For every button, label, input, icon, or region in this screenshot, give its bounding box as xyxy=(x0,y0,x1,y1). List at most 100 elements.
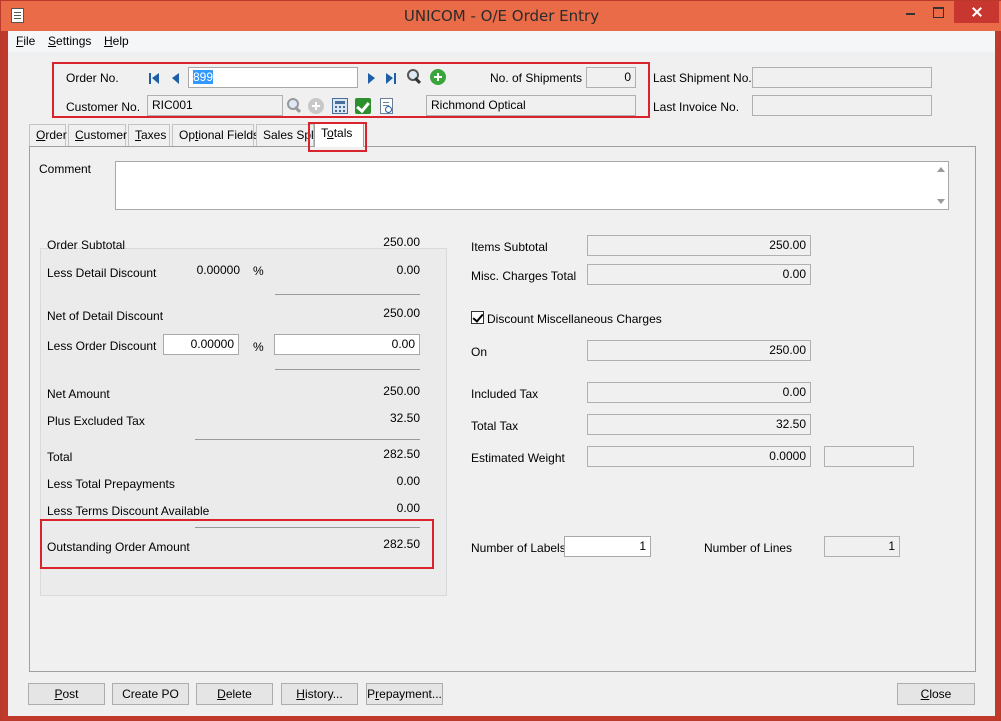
less-prepayments-value: 0.00 xyxy=(396,474,420,488)
prepayment-button[interactable]: Prepayment... xyxy=(366,683,443,705)
order-finder-icon[interactable] xyxy=(406,68,422,84)
divider-line xyxy=(195,439,420,440)
plus-excluded-tax-label: Plus Excluded Tax xyxy=(47,414,145,428)
order-discount-amount-input[interactable]: 0.00 xyxy=(274,334,420,355)
est-weight-label: Estimated Weight xyxy=(471,451,565,465)
last-invoice-label: Last Invoice No. xyxy=(653,100,740,114)
order-discount-pct-symbol: % xyxy=(253,340,264,354)
app-window: UNICOM - O/E Order Entry File Settings H… xyxy=(0,0,1001,721)
menu-file-label: ile xyxy=(23,34,36,48)
tab-customer-hotkey: C xyxy=(75,128,84,142)
minimize-button[interactable] xyxy=(896,1,924,23)
tab-customer[interactable]: Customer xyxy=(68,124,128,146)
tab-sales-split[interactable]: Sales Spli xyxy=(256,124,314,146)
previous-record-icon[interactable] xyxy=(168,70,184,86)
order-no-label: Order No. xyxy=(66,71,119,85)
num-labels-input[interactable]: 1 xyxy=(564,536,651,557)
tab-order-hotkey: O xyxy=(36,128,46,142)
prepayment-button-label: epayment... xyxy=(379,687,442,701)
tab-order[interactable]: Order xyxy=(29,124,67,146)
tab-totals-hotkey: o xyxy=(327,126,334,140)
first-record-icon[interactable] xyxy=(147,70,163,86)
num-labels-label: Number of Labels xyxy=(471,541,566,555)
comment-textarea[interactable] xyxy=(115,161,949,210)
new-customer-icon[interactable] xyxy=(308,98,324,114)
last-shipment-field xyxy=(752,67,932,88)
divider-line xyxy=(195,527,420,528)
num-lines-label: Number of Lines xyxy=(704,541,793,555)
tab-totals[interactable]: Totals xyxy=(314,122,364,147)
on-label: On xyxy=(471,345,488,359)
detail-discount-pct-value: 0.00000 xyxy=(196,263,240,277)
delete-button[interactable]: Delete xyxy=(196,683,273,705)
est-weight-field: 0.0000 xyxy=(587,446,811,467)
window-close-button[interactable] xyxy=(954,1,999,23)
menu-help-label: elp xyxy=(112,34,129,48)
tab-taxes[interactable]: Taxes xyxy=(128,124,170,146)
comment-scrollbar[interactable] xyxy=(933,162,949,209)
comment-label: Comment xyxy=(39,162,92,176)
next-record-icon[interactable] xyxy=(363,70,379,86)
total-value: 282.50 xyxy=(383,447,420,461)
delete-button-label: elete xyxy=(225,687,252,701)
customer-name-field: Richmond Optical xyxy=(426,95,636,116)
less-prepayments-label: Less Total Prepayments xyxy=(47,477,175,491)
net-detail-discount-label: Net of Detail Discount xyxy=(47,309,164,323)
net-amount-label: Net Amount xyxy=(47,387,110,401)
order-subtotal-value: 250.00 xyxy=(383,235,420,249)
discount-misc-checkbox[interactable] xyxy=(471,311,484,324)
new-order-icon[interactable] xyxy=(430,69,446,85)
post-button[interactable]: Post xyxy=(28,683,105,705)
detail-discount-pct-symbol: % xyxy=(253,264,264,278)
last-record-icon[interactable] xyxy=(383,70,399,86)
discount-misc-label: Discount Miscellaneous Charges xyxy=(487,312,662,326)
menu-help[interactable]: Help xyxy=(104,34,129,48)
total-tax-field: 32.50 xyxy=(587,414,811,435)
delete-button-hotkey: D xyxy=(217,687,226,701)
less-order-discount-label: Less Order Discount xyxy=(47,339,157,353)
menu-file[interactable]: File xyxy=(16,34,35,48)
prepayment-button-prefix: P xyxy=(367,687,376,701)
misc-charges-field: 0.00 xyxy=(587,264,811,285)
menu-bar: File Settings Help xyxy=(8,31,995,52)
customer-no-field[interactable]: RIC001 xyxy=(147,95,283,116)
check-credit-icon[interactable] xyxy=(355,98,371,114)
total-tax-label: Total Tax xyxy=(471,419,519,433)
order-no-value: 899 xyxy=(193,70,214,84)
history-button[interactable]: History... xyxy=(281,683,358,705)
included-tax-label: Included Tax xyxy=(471,387,539,401)
net-amount-value: 250.00 xyxy=(383,384,420,398)
misc-charges-label: Misc. Charges Total xyxy=(471,269,577,283)
client-area: File Settings Help Order No. 899 No. of … xyxy=(8,31,995,716)
customer-no-label: Customer No. xyxy=(66,100,141,114)
menu-settings[interactable]: Settings xyxy=(48,34,91,48)
customer-inquiry-icon[interactable] xyxy=(380,98,393,114)
divider-line xyxy=(275,294,420,295)
order-discount-pct-input[interactable]: 0.00000 xyxy=(163,334,239,355)
items-subtotal-field: 250.00 xyxy=(587,235,811,256)
shipments-field: 0 xyxy=(586,67,636,88)
net-detail-discount-value: 250.00 xyxy=(383,306,420,320)
outstanding-amount-value: 282.50 xyxy=(383,537,420,551)
create-po-button-label: Create PO xyxy=(122,687,179,701)
calculator-icon[interactable] xyxy=(332,98,348,114)
order-no-input[interactable]: 899 xyxy=(188,67,358,88)
tab-sales-split-prefix: Sales Spli xyxy=(263,128,314,142)
order-subtotal-label: Order Subtotal xyxy=(47,238,126,252)
weight-unit-field xyxy=(824,446,914,467)
divider-line xyxy=(275,369,420,370)
menu-settings-hotkey: S xyxy=(48,34,57,48)
history-button-hotkey: H xyxy=(296,687,305,701)
shipments-label: No. of Shipments xyxy=(490,71,583,85)
post-button-label: ost xyxy=(62,687,79,701)
plus-excluded-tax-value: 32.50 xyxy=(389,411,420,425)
menu-help-hotkey: H xyxy=(104,34,113,48)
tab-optional-fields[interactable]: Optional Fields xyxy=(172,124,259,146)
create-po-button[interactable]: Create PO xyxy=(112,683,189,705)
less-terms-discount-value: 0.00 xyxy=(396,501,420,515)
tab-customer-label: ustomer xyxy=(83,128,128,142)
title-bar: UNICOM - O/E Order Entry xyxy=(1,1,1001,31)
maximize-button[interactable] xyxy=(924,1,952,23)
customer-finder-icon[interactable] xyxy=(286,97,302,113)
close-button[interactable]: Close xyxy=(897,683,975,705)
